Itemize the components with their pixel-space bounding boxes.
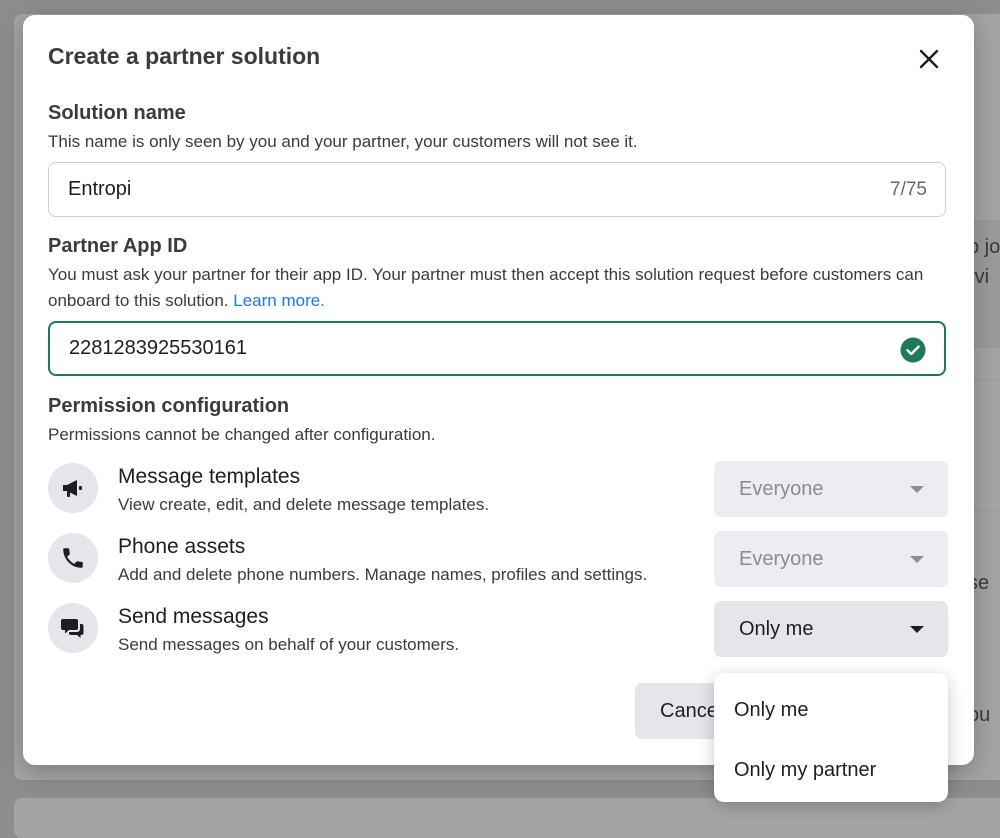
permission-row-phone-assets: Phone assets Add and delete phone number… bbox=[48, 531, 948, 593]
permission-name: Phone assets bbox=[118, 535, 246, 558]
background-card bbox=[14, 798, 1000, 838]
permission-name: Send messages bbox=[118, 605, 269, 628]
select-value: Everyone bbox=[739, 548, 824, 570]
permission-row-message-templates: Message templates View create, edit, and… bbox=[48, 461, 948, 523]
solution-name-label: Solution name bbox=[48, 102, 186, 124]
create-partner-solution-dialog: Create a partner solution Solution name … bbox=[23, 15, 974, 765]
partner-app-id-input[interactable]: 2281283925530161 bbox=[48, 321, 946, 376]
select-value: Only me bbox=[739, 618, 814, 640]
caret-down-icon bbox=[910, 556, 924, 563]
dropdown-option-only-my-partner[interactable]: Only my partner bbox=[714, 739, 948, 795]
option-label: Only my partner bbox=[734, 759, 877, 781]
permission-name: Message templates bbox=[118, 465, 301, 488]
permission-description: Send messages on behalf of your customer… bbox=[118, 635, 460, 654]
select-value: Everyone bbox=[739, 478, 824, 500]
send-messages-dropdown-menu: Only me Only my partner bbox=[714, 673, 948, 802]
permission-configuration-label: Permission configuration bbox=[48, 395, 290, 417]
solution-name-value: Entropi bbox=[68, 178, 132, 200]
permission-description: Add and delete phone numbers. Manage nam… bbox=[118, 565, 648, 584]
permission-configuration-description: Permissions cannot be changed after conf… bbox=[48, 425, 436, 444]
solution-name-description: This name is only seen by you and your p… bbox=[48, 132, 638, 151]
send-messages-select[interactable]: Only me bbox=[714, 601, 948, 657]
megaphone-icon bbox=[48, 463, 98, 513]
partner-app-id-description: You must ask your partner for their app … bbox=[48, 262, 928, 314]
solution-name-input[interactable]: Entropi 7/75 bbox=[48, 162, 946, 217]
chat-bubbles-icon bbox=[48, 603, 98, 653]
permission-description: View create, edit, and delete message te… bbox=[118, 495, 490, 514]
dropdown-option-only-me[interactable]: Only me bbox=[714, 679, 948, 735]
close-button[interactable] bbox=[913, 43, 945, 75]
caret-down-icon bbox=[910, 626, 924, 633]
learn-more-link[interactable]: Learn more. bbox=[233, 291, 325, 310]
phone-assets-select: Everyone bbox=[714, 531, 948, 587]
option-label: Only me bbox=[734, 699, 809, 721]
permission-row-send-messages: Send messages Send messages on behalf of… bbox=[48, 601, 948, 663]
partner-app-id-description-text: You must ask your partner for their app … bbox=[48, 265, 924, 310]
caret-down-icon bbox=[910, 486, 924, 493]
message-templates-select: Everyone bbox=[714, 461, 948, 517]
cancel-button-label: Cancel bbox=[660, 700, 723, 722]
character-counter: 7/75 bbox=[890, 179, 927, 200]
dialog-title: Create a partner solution bbox=[48, 43, 321, 69]
check-circle-icon bbox=[900, 337, 926, 363]
close-icon bbox=[919, 49, 939, 69]
partner-app-id-label: Partner App ID bbox=[48, 235, 188, 257]
partner-app-id-value: 2281283925530161 bbox=[69, 337, 247, 359]
phone-icon bbox=[48, 533, 98, 583]
